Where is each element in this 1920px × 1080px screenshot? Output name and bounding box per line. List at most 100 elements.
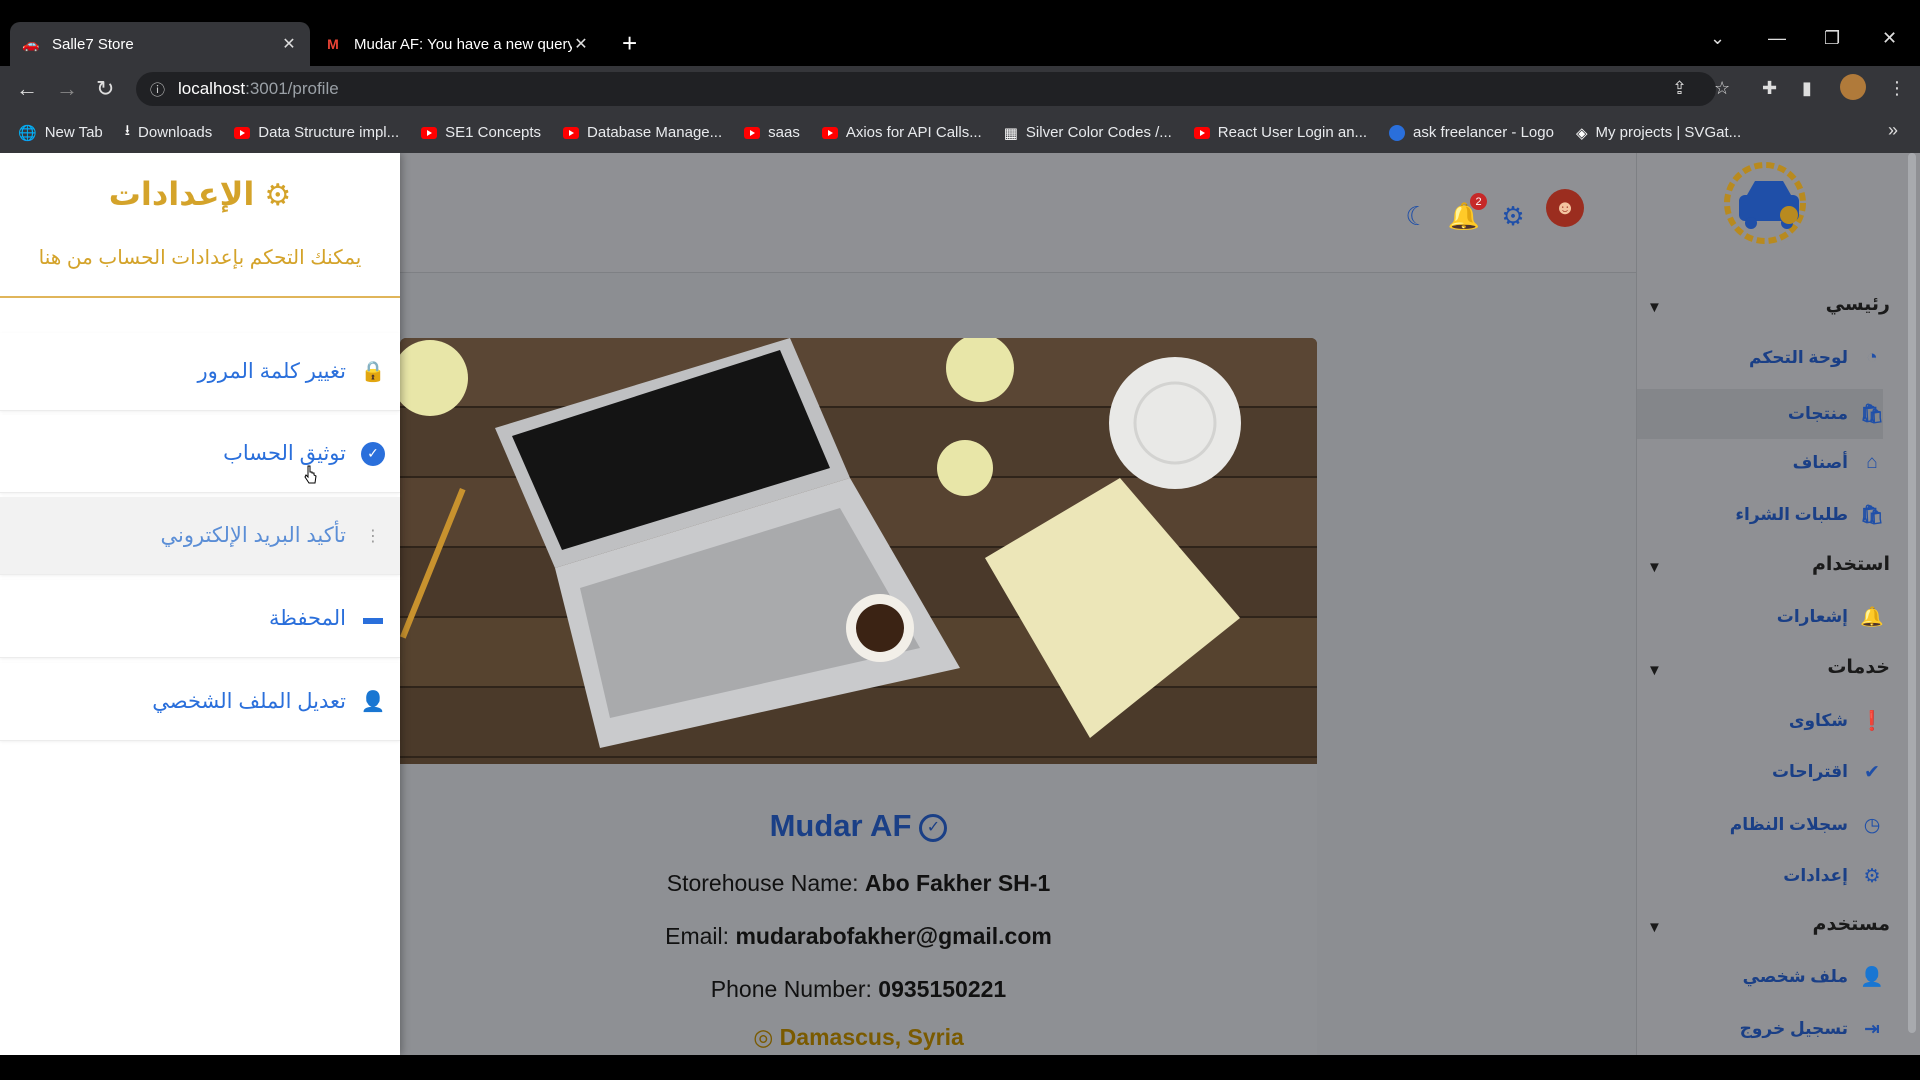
- bookmark-downloads[interactable]: ⭳ Downloads: [125, 120, 212, 145]
- sidebar-item-label: سجلات النظام: [1729, 815, 1848, 834]
- sidebar-item-categories[interactable]: ⌂ أصناف: [1793, 443, 1884, 483]
- reload-icon[interactable]: ↻: [96, 76, 114, 102]
- pie-chart-icon: ◔: [1866, 347, 1878, 368]
- car-favicon-icon: 🚗: [22, 35, 40, 52]
- settings-item-verify-account[interactable]: ✓ توثيق الحساب: [0, 415, 400, 493]
- sidebar-item-complaints[interactable]: ❗ شكاوى: [1789, 701, 1884, 741]
- settings-item-label: تغيير كلمة المرور: [197, 360, 347, 383]
- sidebar-item-logout[interactable]: ⇥ تسجيل خروج: [1740, 1009, 1884, 1049]
- settings-gear-icon[interactable]: ⚙: [1496, 199, 1530, 233]
- user-avatar[interactable]: ☻: [1546, 189, 1584, 227]
- tab-search-icon[interactable]: ⌄: [1710, 28, 1725, 49]
- more-bookmarks-icon[interactable]: »: [1888, 120, 1898, 141]
- close-window-icon[interactable]: ✕: [1882, 28, 1897, 49]
- bookmark-item[interactable]: ▦ Silver Color Codes /...: [1004, 124, 1172, 142]
- site-info-icon[interactable]: ⓘ: [150, 79, 165, 100]
- minimize-icon[interactable]: —: [1768, 28, 1786, 49]
- phone-value: 0935150221: [878, 976, 1007, 1002]
- gear-icon: ⚙: [264, 179, 292, 212]
- sidebar: رئيسي ▼ ◔ لوحة التحكم 🛍 منتجات ⌂ أصناف 🛍 طلب…: [1636, 153, 1920, 1055]
- settings-item-change-password[interactable]: 🔒 تغيير كلمة المرور: [0, 333, 400, 411]
- sidebar-item-label: إعدادات: [1783, 866, 1848, 885]
- address-bar[interactable]: ⓘ localhost:3001/profile: [136, 72, 1716, 106]
- wallet-icon: ▬: [363, 607, 383, 629]
- sidebar-item-label: ملف شخصي: [1742, 967, 1848, 986]
- drawer-divider: [0, 296, 400, 298]
- bookmark-item[interactable]: Data Structure impl...: [234, 124, 399, 141]
- page-scrollbar[interactable]: [1906, 153, 1918, 1055]
- side-panel-icon[interactable]: ▮: [1802, 78, 1812, 99]
- email-label: Email:: [665, 923, 730, 949]
- sidebar-item-suggestions[interactable]: ✔ اقتراحات: [1772, 752, 1884, 792]
- caret-down-icon[interactable]: ▼: [1647, 559, 1662, 576]
- caret-down-icon[interactable]: ▼: [1647, 919, 1662, 936]
- sidebar-item-purchase-orders[interactable]: 🛍 طلبات الشراء: [1735, 495, 1884, 535]
- sidebar-item-products[interactable]: 🛍 منتجات: [1788, 394, 1884, 434]
- forward-icon[interactable]: →: [56, 76, 78, 102]
- laptop-desk-illustration: [400, 338, 1241, 748]
- sidebar-item-label: إشعارات: [1776, 607, 1848, 626]
- notifications-bell-icon[interactable]: 🔔 2: [1447, 193, 1487, 233]
- circle-logo-icon: [1389, 124, 1406, 141]
- page-viewport: ☾ 🔔 2 ⚙ ☻ رئيسي ▼ ◔ لوحة التحكم 🛍 منتجات ⌂ أ…: [0, 153, 1920, 1055]
- storehouse-label: Storehouse Name:: [666, 870, 859, 896]
- tab-gmail[interactable]: M Mudar AF: You have a new query ✕: [312, 22, 602, 66]
- youtube-icon: [821, 126, 838, 139]
- sidebar-item-profile[interactable]: 👤 ملف شخصي: [1743, 957, 1884, 997]
- profile-name-text: Mudar AF: [769, 808, 912, 843]
- globe-icon: 🌐: [18, 124, 37, 142]
- dark-mode-moon-icon[interactable]: ☾: [1400, 199, 1434, 233]
- settings-drawer: ⚙ الإعدادات يمكنك التحكم بإعدادات الحساب …: [0, 153, 400, 1055]
- lock-icon: 🔒: [360, 361, 386, 383]
- bookmark-item[interactable]: ask freelancer - Logo: [1389, 124, 1554, 141]
- bookmark-item[interactable]: SE1 Concepts: [421, 124, 541, 141]
- bookmark-star-icon[interactable]: ☆: [1714, 78, 1730, 99]
- share-icon[interactable]: ⇪: [1672, 78, 1687, 99]
- tab-title: Mudar AF: You have a new query: [354, 35, 572, 53]
- sidebar-item-label: منتجات: [1787, 404, 1848, 423]
- user-icon: 👤: [360, 691, 386, 713]
- bookmark-item[interactable]: Axios for API Calls...: [821, 124, 982, 141]
- bookmark-item[interactable]: ◈ My projects | SVGat...: [1576, 124, 1741, 142]
- sidebar-item-settings[interactable]: ⚙ إعدادات: [1783, 856, 1884, 896]
- menu-kebab-icon[interactable]: ⋮: [1888, 78, 1906, 99]
- bookmark-item[interactable]: React User Login an...: [1193, 124, 1367, 141]
- close-tab-icon[interactable]: ✕: [572, 34, 590, 54]
- close-tab-icon[interactable]: ✕: [280, 34, 298, 54]
- restore-icon[interactable]: ❐: [1824, 28, 1840, 49]
- url-path: :3001/profile: [245, 79, 339, 98]
- tab-salle7-store[interactable]: 🚗 Salle7 Store ✕: [10, 22, 310, 66]
- caret-down-icon[interactable]: ▼: [1647, 662, 1662, 679]
- new-tab-icon[interactable]: +: [622, 30, 637, 56]
- settings-item-label: تأكيد البريد الإلكتروني: [160, 524, 346, 547]
- sidebar-item-notifications[interactable]: 🔔 إشعارات: [1777, 597, 1884, 637]
- sidebar-item-dashboard[interactable]: ◔ لوحة التحكم: [1749, 338, 1884, 378]
- back-icon[interactable]: ←: [16, 76, 38, 102]
- bookmark-label: Downloads: [138, 124, 213, 141]
- bookmark-new-tab[interactable]: 🌐 New Tab: [18, 124, 103, 142]
- bookmark-item[interactable]: saas: [744, 124, 800, 141]
- sidebar-item-system-logs[interactable]: ◷ سجلات النظام: [1730, 805, 1884, 845]
- home-icon: ⌂: [1866, 452, 1878, 473]
- email-value: mudarabofakher@gmail.com: [735, 923, 1052, 949]
- bag-icon: 🛍: [1859, 505, 1885, 526]
- youtube-icon: [234, 126, 251, 139]
- profile-avatar[interactable]: [1840, 74, 1866, 100]
- settings-item-edit-profile[interactable]: 👤 تعديل الملف الشخصي: [0, 663, 400, 741]
- youtube-icon: [421, 126, 438, 139]
- settings-item-confirm-email[interactable]: ⋮ تأكيد البريد الإلكتروني: [0, 497, 400, 575]
- mouse-cursor-icon: [304, 465, 317, 484]
- gmail-icon: M: [327, 36, 339, 52]
- profile-card: Mudar AF ✓ Storehouse Name: Abo Fakher SH…: [400, 338, 1317, 1055]
- caret-down-icon[interactable]: ▼: [1647, 299, 1662, 316]
- settings-item-wallet[interactable]: ▬ المحفظة: [0, 580, 400, 658]
- bell-icon: 🔔: [1860, 607, 1884, 628]
- extensions-icon[interactable]: ✚: [1762, 78, 1777, 99]
- location-text: Damascus, Syria: [779, 1024, 964, 1050]
- verified-icon: ✓: [919, 813, 948, 842]
- scrollbar-thumb[interactable]: [1908, 153, 1916, 1033]
- check-badge-icon: ✔: [1864, 761, 1880, 783]
- user-icon: 👤: [1860, 967, 1884, 988]
- bookmark-item[interactable]: Database Manage...: [563, 124, 722, 141]
- bookmark-label: saas: [768, 124, 800, 141]
